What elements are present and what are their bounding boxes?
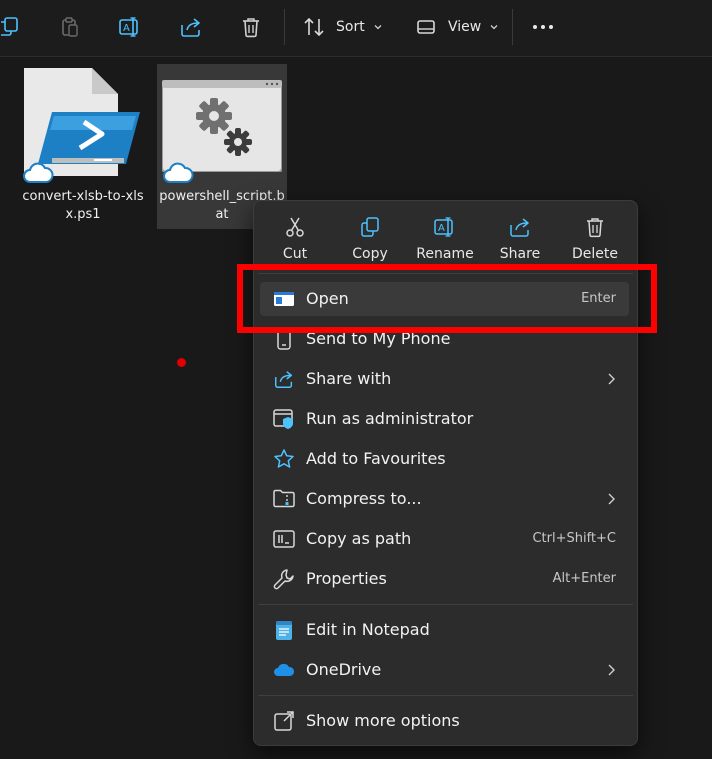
cloud-icon xyxy=(22,162,54,184)
trash-icon xyxy=(583,215,607,239)
wrench-icon xyxy=(272,567,296,591)
rename-button[interactable]: A Rename xyxy=(410,213,480,267)
menu-divider xyxy=(258,695,633,696)
share-icon xyxy=(272,367,296,391)
star-icon xyxy=(272,447,296,471)
menu-item-label: Properties xyxy=(306,569,387,588)
menu-item-properties[interactable]: Properties Alt+Enter xyxy=(260,562,629,596)
command-bar: A Sort View xyxy=(0,0,712,57)
path-icon xyxy=(272,527,296,551)
menu-item-compress-to[interactable]: Compress to... xyxy=(260,482,629,516)
delete-label: Delete xyxy=(572,246,618,262)
delete-button[interactable]: Delete xyxy=(560,213,630,267)
sort-icon xyxy=(302,15,326,39)
share-button[interactable] xyxy=(179,10,203,44)
view-button[interactable]: View xyxy=(414,10,499,44)
more-icon xyxy=(531,15,555,39)
menu-item-add-to-favourites[interactable]: Add to Favourites xyxy=(260,442,629,476)
rename-button[interactable]: A xyxy=(118,10,142,44)
scissors-icon xyxy=(283,215,307,239)
view-label: View xyxy=(448,19,482,35)
onedrive-icon xyxy=(272,658,296,682)
shield-window-icon xyxy=(272,407,296,431)
chevron-down-icon xyxy=(373,22,383,32)
share-button[interactable]: Share xyxy=(485,213,555,267)
file-name: convert-xlsb-to-xlsx.ps1 xyxy=(22,189,144,222)
menu-divider xyxy=(258,604,633,605)
copy-label: Copy xyxy=(352,246,388,262)
menu-item-label: Run as administrator xyxy=(306,409,474,428)
sort-button[interactable]: Sort xyxy=(302,10,383,44)
menu-item-label: Share with xyxy=(306,369,392,388)
menu-item-onedrive[interactable]: OneDrive xyxy=(260,653,629,687)
menu-item-share-with[interactable]: Share with xyxy=(260,362,629,396)
menu-item-label: Show more options xyxy=(306,711,460,730)
shortcut-label: Alt+Enter xyxy=(552,571,616,586)
cut-button[interactable]: Cut xyxy=(260,213,330,267)
delete-icon xyxy=(239,15,263,39)
cloud-icon xyxy=(162,162,194,184)
share-icon xyxy=(179,15,203,39)
highlight-box xyxy=(237,264,657,333)
rename-icon: A xyxy=(433,215,457,239)
menu-item-label: Copy as path xyxy=(306,529,412,548)
rename-label: Rename xyxy=(416,246,474,262)
cursor-marker xyxy=(177,358,186,367)
share-label: Share xyxy=(499,246,541,262)
delete-button[interactable] xyxy=(239,10,263,44)
rename-icon: A xyxy=(118,15,142,39)
notepad-icon xyxy=(272,618,296,642)
menu-item-label: Edit in Notepad xyxy=(306,620,430,639)
copy-icon xyxy=(0,15,24,39)
sort-label: Sort xyxy=(336,19,365,35)
menu-item-show-more-options[interactable]: Show more options xyxy=(260,704,629,738)
chevron-right-icon xyxy=(607,664,615,676)
paste-icon xyxy=(58,15,82,39)
zip-folder-icon xyxy=(272,487,296,511)
toolbar-divider xyxy=(512,9,513,45)
svg-text:A: A xyxy=(438,223,445,234)
copy-button[interactable] xyxy=(0,10,24,44)
menu-item-copy-as-path[interactable]: Copy as path Ctrl+Shift+C xyxy=(260,522,629,556)
copy-icon xyxy=(358,215,382,239)
svg-text:A: A xyxy=(123,23,130,34)
copy-button[interactable]: Copy xyxy=(335,213,405,267)
batch-file-icon xyxy=(162,80,282,172)
see-more-button[interactable] xyxy=(531,10,555,44)
menu-item-label: Compress to... xyxy=(306,489,422,508)
file-item[interactable]: convert-xlsb-to-xlsx.ps1 xyxy=(18,64,148,229)
view-icon xyxy=(414,15,438,39)
chevron-right-icon xyxy=(607,373,615,385)
shortcut-label: Ctrl+Shift+C xyxy=(532,531,616,546)
menu-item-edit-in-notepad[interactable]: Edit in Notepad xyxy=(260,613,629,647)
menu-item-label: OneDrive xyxy=(306,660,382,679)
chevron-down-icon xyxy=(489,22,499,32)
more-options-icon xyxy=(272,709,296,733)
share-icon xyxy=(508,215,532,239)
toolbar-divider xyxy=(284,9,285,45)
paste-button[interactable] xyxy=(58,10,82,44)
cut-label: Cut xyxy=(282,246,308,262)
menu-item-run-as-administrator[interactable]: Run as administrator xyxy=(260,402,629,436)
menu-item-label: Add to Favourites xyxy=(306,449,446,468)
chevron-right-icon xyxy=(607,493,615,505)
